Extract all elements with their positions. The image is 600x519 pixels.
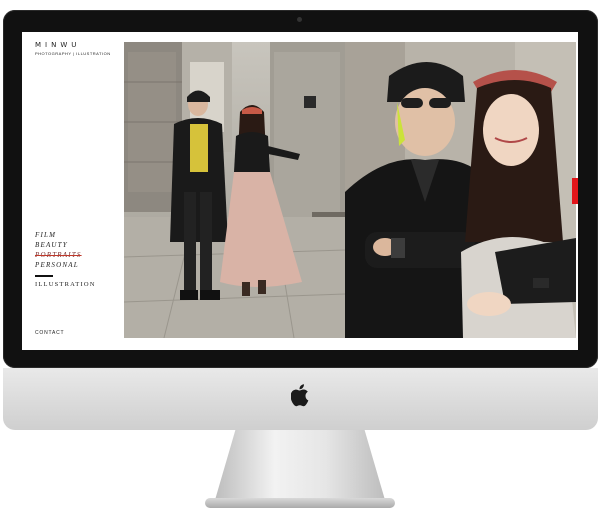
nav-item-personal[interactable]: PERSONAL [35, 260, 96, 270]
apple-logo-icon [290, 382, 311, 408]
portrait-photo-closeup[interactable] [345, 42, 576, 338]
site-tagline: PHOTOGRAPHY | ILLUSTRATION [35, 51, 111, 56]
monitor-base [205, 498, 395, 508]
street-photo-art [124, 42, 345, 338]
nav-item-beauty[interactable]: BEAUTY [35, 240, 96, 250]
slideshow-next-tab[interactable] [572, 178, 578, 204]
camera-icon [297, 17, 302, 22]
contact-link[interactable]: CONTACT [35, 330, 64, 336]
imac-monitor: MINWU PHOTOGRAPHY | ILLUSTRATION FILM BE… [0, 0, 600, 519]
sidebar: MINWU PHOTOGRAPHY | ILLUSTRATION FILM BE… [22, 32, 125, 350]
portrait-photo-street[interactable] [124, 42, 345, 338]
monitor-stand [215, 430, 385, 500]
nav-item-portraits[interactable]: PORTRAITS [35, 250, 96, 260]
website-screen: MINWU PHOTOGRAPHY | ILLUSTRATION FILM BE… [22, 32, 578, 350]
site-logo[interactable]: MINWU [35, 41, 80, 49]
nav-item-illustration[interactable]: ILLUSTRATION [35, 281, 96, 288]
nav-item-film[interactable]: FILM [35, 230, 96, 240]
closeup-photo-art [345, 42, 576, 338]
nav-divider [35, 275, 53, 277]
main-nav: FILM BEAUTY PORTRAITS PERSONAL ILLUSTRAT… [35, 230, 96, 288]
